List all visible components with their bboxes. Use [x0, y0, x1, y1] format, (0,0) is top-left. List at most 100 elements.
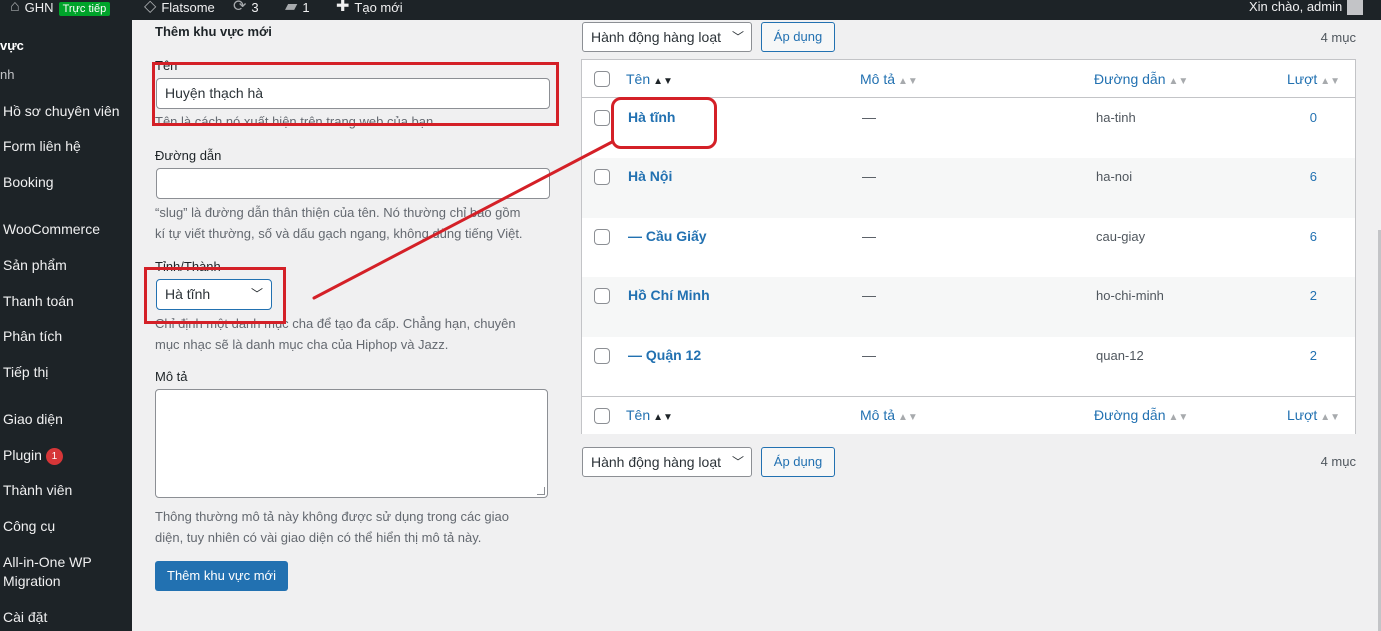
slug-help: “slug” là đường dẫn thân thiện của tên. … [155, 202, 555, 244]
greeting: Xin chào, admin [1249, 0, 1343, 14]
menu-san-pham[interactable]: Sản phẩm [3, 256, 67, 275]
menu-tiep-thi[interactable]: Tiếp thị [3, 363, 48, 382]
row-name-link[interactable]: Hồ Chí Minh [628, 287, 710, 303]
add-new-area-button[interactable]: Thêm khu vực mới [155, 561, 288, 591]
menu-giao-dien[interactable]: Giao diện [3, 410, 63, 429]
description-help: Thông thường mô tả này không được sử dụn… [155, 506, 555, 548]
sort-icon: ▲▼ [1168, 76, 1189, 87]
row-description: — [862, 109, 876, 125]
diamond-icon: ◇ [144, 0, 157, 15]
table-row: Hà Nội — ha-noi 6 [582, 158, 1355, 218]
new-content-menu[interactable]: ✚ Tạo mới [336, 0, 403, 17]
row-count-link[interactable]: 2 [1310, 348, 1317, 363]
select-all-checkbox-footer[interactable] [594, 408, 610, 424]
sort-icon: ▲▼ [1168, 412, 1189, 423]
home-icon: ⌂ [10, 0, 20, 15]
description-help-line2: diện, tuy nhiên có vài giao diện có thể … [155, 530, 482, 545]
menu-all-in-one-line1[interactable]: All-in-One WP [3, 553, 92, 572]
column-description-label: Mô tả [860, 407, 896, 423]
menu-all-in-one-line2[interactable]: Migration [3, 572, 61, 591]
annotation-box-select [144, 267, 286, 324]
column-name-footer[interactable]: Tên ▲▼ [626, 407, 673, 423]
row-name-link[interactable]: — Cầu Giấy [628, 228, 707, 244]
slug-label: Đường dẫn [155, 148, 222, 163]
menu-ho-so-chuyen-vien[interactable]: Hồ sơ chuyên viên [3, 102, 120, 121]
menu-booking[interactable]: Booking [3, 173, 54, 192]
menu-cong-cu[interactable]: Công cụ [3, 517, 55, 536]
admin-sidebar: vực nh Hồ sơ chuyên viên Form liên hệ Bo… [0, 20, 132, 631]
theme-menu[interactable]: ◇ Flatsome [144, 0, 215, 17]
sort-icon: ▲▼ [898, 76, 918, 87]
row-slug: quan-12 [1096, 348, 1144, 363]
account-menu[interactable]: Xin chào, admin [1249, 0, 1364, 15]
site-name: GHN [24, 0, 54, 15]
row-description: — [862, 168, 876, 184]
column-count-footer[interactable]: Lượt ▲▼ [1287, 407, 1340, 423]
comment-icon: ▰ [285, 0, 298, 15]
menu-cai-dat[interactable]: Cài đặt [3, 608, 47, 627]
bulk-action-select-bottom[interactable]: Hành động hàng loạt ﹀ [582, 447, 752, 477]
row-description: — [862, 287, 876, 303]
column-slug[interactable]: Đường dẫn ▲▼ [1094, 71, 1188, 87]
new-label: Tạo mới [354, 0, 403, 15]
menu-thanh-vien[interactable]: Thành viên [3, 481, 72, 500]
row-name-link[interactable]: Hà Nội [628, 168, 672, 184]
slug-help-line2: kí tự viết thường, số và dấu gạch ngang,… [155, 226, 523, 241]
column-count-label: Lượt [1287, 71, 1318, 87]
slug-input[interactable] [156, 168, 550, 199]
bulk-action-select-top[interactable]: Hành động hàng loạt ﹀ [582, 22, 752, 52]
menu-phan-tich[interactable]: Phân tích [3, 327, 62, 346]
comments-menu[interactable]: ▰ 1 [285, 0, 310, 17]
theme-name: Flatsome [161, 0, 215, 15]
description-help-line1: Thông thường mô tả này không được sử dụn… [155, 509, 509, 524]
row-checkbox[interactable] [594, 169, 610, 185]
column-description-footer[interactable]: Mô tả ▲▼ [860, 407, 918, 423]
row-checkbox[interactable] [594, 229, 610, 245]
avatar [1347, 0, 1364, 15]
row-count-link[interactable]: 6 [1310, 169, 1317, 184]
annotation-box-row [611, 97, 717, 149]
row-slug: ha-tinh [1096, 110, 1136, 125]
row-count-link[interactable]: 0 [1310, 110, 1317, 125]
column-description-label: Mô tả [860, 71, 896, 87]
menu-form-lien-he[interactable]: Form liên hệ [3, 137, 81, 156]
select-all-checkbox[interactable] [594, 71, 610, 87]
apply-button-top[interactable]: Áp dụng [761, 22, 835, 52]
column-count[interactable]: Lượt ▲▼ [1287, 71, 1340, 87]
resize-handle[interactable] [537, 487, 545, 495]
table-footer: Tên ▲▼ Mô tả ▲▼ Đường dẫn ▲▼ Lượt ▲▼ [582, 396, 1355, 434]
plus-icon: ✚ [336, 0, 350, 15]
column-slug-footer[interactable]: Đường dẫn ▲▼ [1094, 407, 1188, 423]
refresh-icon: ⟳ [233, 0, 247, 15]
menu-thanh-toan[interactable]: Thanh toán [3, 292, 74, 311]
column-name[interactable]: Tên ▲▼ [626, 71, 673, 87]
apply-button-bottom[interactable]: Áp dụng [761, 447, 835, 477]
row-name-link[interactable]: — Quận 12 [628, 347, 701, 363]
menu-plugin[interactable]: Plugin 1 [3, 446, 63, 465]
row-count-link[interactable]: 2 [1310, 288, 1317, 303]
comments-count: 1 [302, 0, 310, 15]
updates-menu[interactable]: ⟳ 3 [233, 0, 259, 17]
sort-icon: ▲▼ [653, 76, 673, 87]
row-slug: cau-giay [1096, 229, 1146, 244]
live-badge: Trực tiếp [58, 1, 111, 16]
row-checkbox[interactable] [594, 348, 610, 364]
menu-plugin-label: Plugin [3, 447, 42, 463]
row-count-link[interactable]: 6 [1310, 229, 1317, 244]
row-description: — [862, 228, 876, 244]
submenu-item[interactable]: nh [0, 65, 14, 84]
parent-help-line2: mục nhạc sẽ là danh mục cha của Hiphop v… [155, 337, 449, 352]
menu-woocommerce[interactable]: WooCommerce [3, 220, 100, 239]
column-slug-label: Đường dẫn [1094, 71, 1166, 87]
submenu-current[interactable]: vực [0, 36, 24, 55]
description-textarea[interactable] [155, 389, 548, 498]
column-description[interactable]: Mô tả ▲▼ [860, 71, 918, 87]
column-name-label: Tên [626, 407, 651, 423]
bulk-action-label: Hành động hàng loạt [591, 454, 721, 470]
site-menu[interactable]: ⌂ GHN Trực tiếp [10, 0, 111, 17]
row-checkbox[interactable] [594, 288, 610, 304]
table-header: Tên ▲▼ Mô tả ▲▼ Đường dẫn ▲▼ Lượt ▲▼ [582, 60, 1355, 98]
row-checkbox[interactable] [594, 110, 610, 126]
form-title: Thêm khu vực mới [155, 24, 272, 39]
chevron-down-icon: ﹀ [731, 455, 744, 469]
